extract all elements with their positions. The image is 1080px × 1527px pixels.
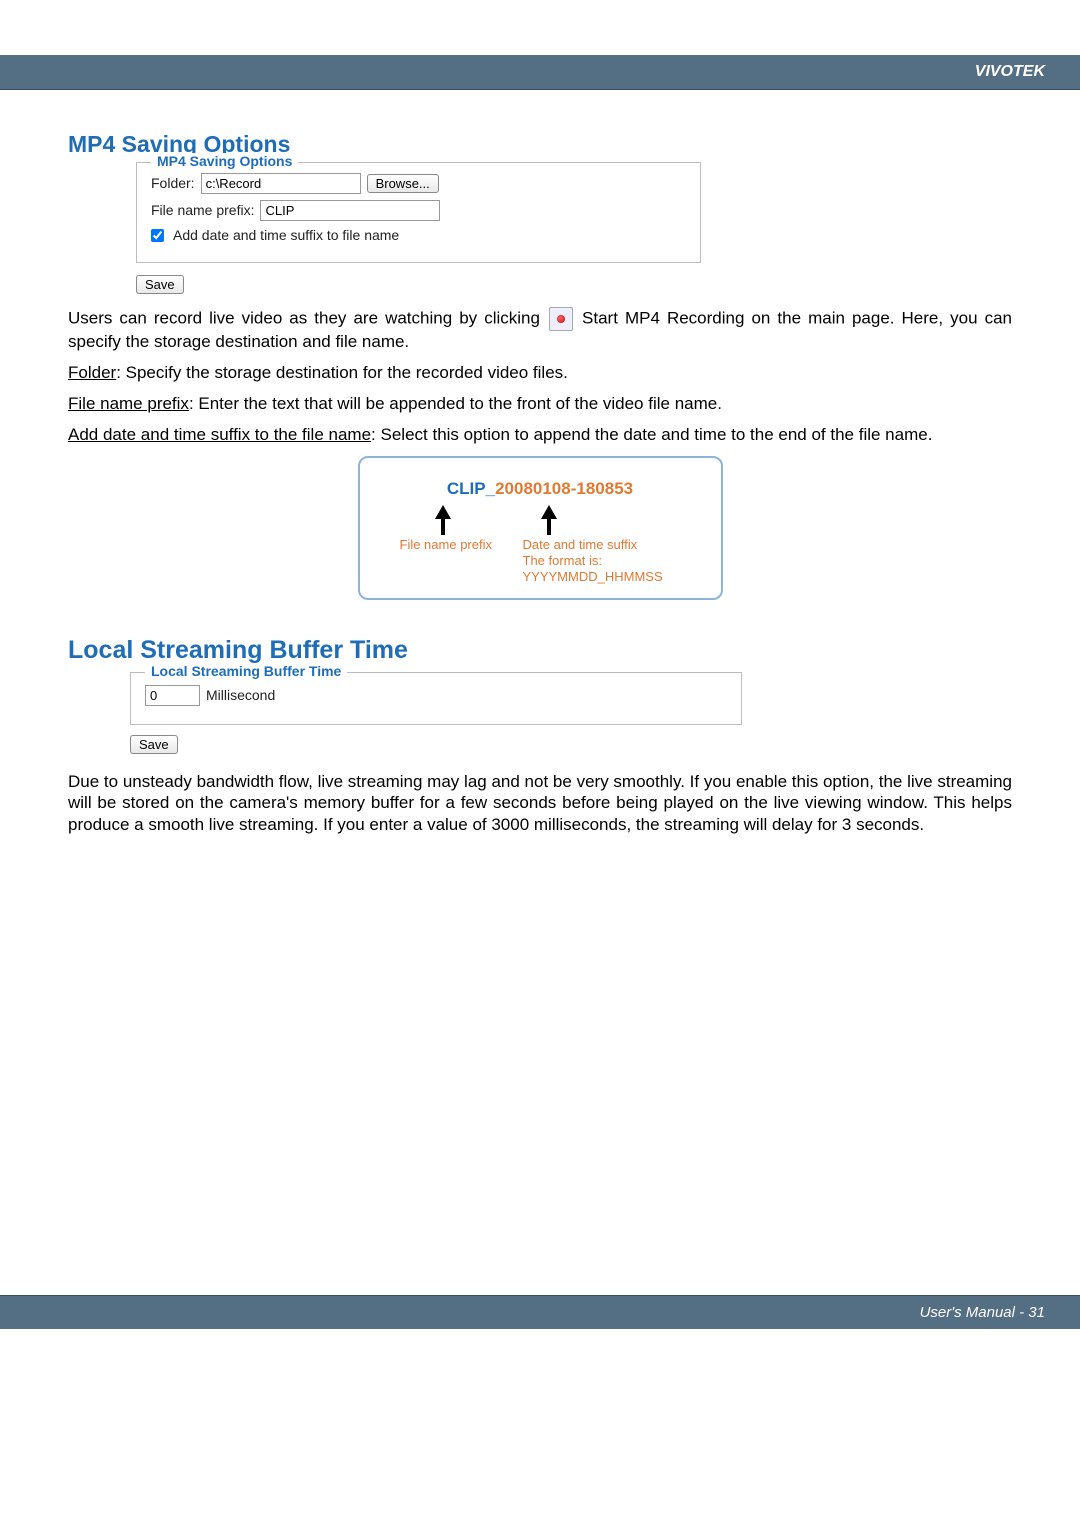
example-filename: CLIP_20080108-180853	[380, 478, 701, 499]
buffer-fieldset: Local Streaming Buffer Time Millisecond	[130, 672, 742, 725]
folder-input[interactable]	[201, 173, 361, 194]
suffix-row: Add date and time suffix to file name	[151, 227, 686, 245]
example-suffix: 20080108-180853	[495, 479, 633, 498]
prefix-row: File name prefix:	[151, 200, 686, 221]
example-label-format: The format is: YYYYMMDD_HHMMSS	[523, 553, 701, 586]
mp4-legend: MP4 Saving Options	[151, 153, 298, 171]
buffer-unit-label: Millisecond	[206, 687, 275, 705]
folder-row: Folder: Browse...	[151, 173, 686, 194]
prefix-term: File name prefix	[68, 394, 189, 413]
record-icon	[549, 307, 573, 331]
buffer-save-button[interactable]: Save	[130, 735, 178, 754]
example-prefix: CLIP_	[447, 479, 495, 498]
prefix-input[interactable]	[260, 200, 440, 221]
mp4-desc-p1a: Users can record live video as they are …	[68, 308, 547, 327]
arrow-up-icon	[435, 505, 451, 519]
brand-text: VIVOTEK	[975, 63, 1045, 80]
suffix-term: Add date and time suffix to the file nam…	[68, 425, 371, 444]
example-label-prefix: File name prefix	[400, 537, 505, 586]
footer-bar: User's Manual - 31	[0, 1295, 1080, 1329]
prefix-def: : Enter the text that will be appended t…	[189, 394, 722, 413]
suffix-checkbox-label: Add date and time suffix to file name	[173, 227, 399, 245]
buffer-input[interactable]	[145, 685, 200, 706]
arrow-up-icon	[541, 505, 557, 519]
header-bar: VIVOTEK	[0, 55, 1080, 90]
buffer-legend: Local Streaming Buffer Time	[145, 663, 347, 681]
example-label-suffix: Date and time suffix	[523, 537, 638, 552]
mp4-save-button[interactable]: Save	[136, 275, 184, 294]
footer-text: User's Manual - 31	[920, 1304, 1045, 1321]
buffer-row: Millisecond	[145, 685, 727, 706]
folder-def: : Specify the storage destination for th…	[116, 363, 568, 382]
folder-label: Folder:	[151, 175, 195, 193]
filename-example-box: CLIP_20080108-180853 File name prefix Da…	[358, 456, 723, 600]
browse-button[interactable]: Browse...	[367, 174, 439, 193]
arrow-row	[380, 505, 701, 519]
buffer-description: Due to unsteady bandwidth flow, live str…	[68, 771, 1012, 835]
suffix-def: : Select this option to append the date …	[371, 425, 932, 444]
arrow-labels: File name prefix Date and time suffix Th…	[380, 537, 701, 586]
mp4-description: Users can record live video as they are …	[68, 307, 1012, 446]
buffer-section-title: Local Streaming Buffer Time	[68, 635, 1012, 666]
mp4-fieldset: MP4 Saving Options Folder: Browse... Fil…	[136, 162, 701, 264]
prefix-label: File name prefix:	[151, 202, 254, 220]
folder-term: Folder	[68, 363, 116, 382]
suffix-checkbox[interactable]	[151, 229, 164, 242]
